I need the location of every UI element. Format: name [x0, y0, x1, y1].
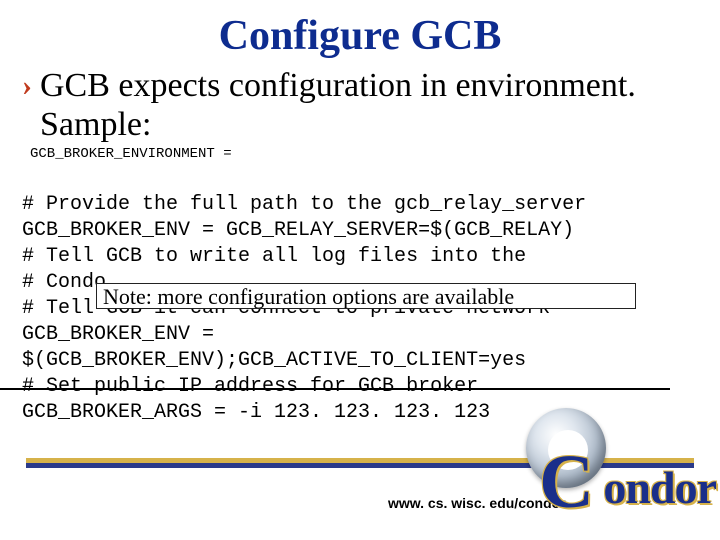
slide-title: Configure GCB: [20, 12, 700, 60]
code-line: # Set public IP address for GCB broker: [22, 375, 478, 398]
logo-text: ondor: [603, 461, 716, 514]
code-line: $(GCB_BROKER_ENV);GCB_ACTIVE_TO_CLIENT=y…: [22, 349, 526, 372]
logo-letter-c: C: [539, 439, 594, 526]
condor-logo: C ondor: [534, 414, 716, 524]
code-line: # Condo: [22, 271, 106, 294]
code-block: # Provide the full path to the gcb_relay…: [22, 166, 700, 452]
bullet-row: › GCB expects configuration in environme…: [20, 66, 700, 144]
code-line: GCB_BROKER_ENV = GCB_RELAY_SERVER=$(GCB_…: [22, 219, 574, 242]
code-line: # Provide the full path to the gcb_relay…: [22, 193, 586, 216]
strikethrough-line: [0, 388, 670, 390]
code-line: # Tell GCB to write all log files into t…: [22, 245, 526, 268]
bullet-text: GCB expects configuration in environment…: [40, 66, 700, 144]
note-overlay: Note: more configuration options are ava…: [96, 283, 636, 309]
code-line: GCB_BROKER_ENV =: [22, 323, 214, 346]
slide: Configure GCB › GCB expects configuratio…: [0, 0, 720, 540]
code-line: GCB_BROKER_ARGS = -i 123. 123. 123. 123: [22, 401, 490, 424]
env-header-line: GCB_BROKER_ENVIRONMENT =: [30, 146, 700, 162]
chevron-icon: ›: [22, 66, 32, 106]
